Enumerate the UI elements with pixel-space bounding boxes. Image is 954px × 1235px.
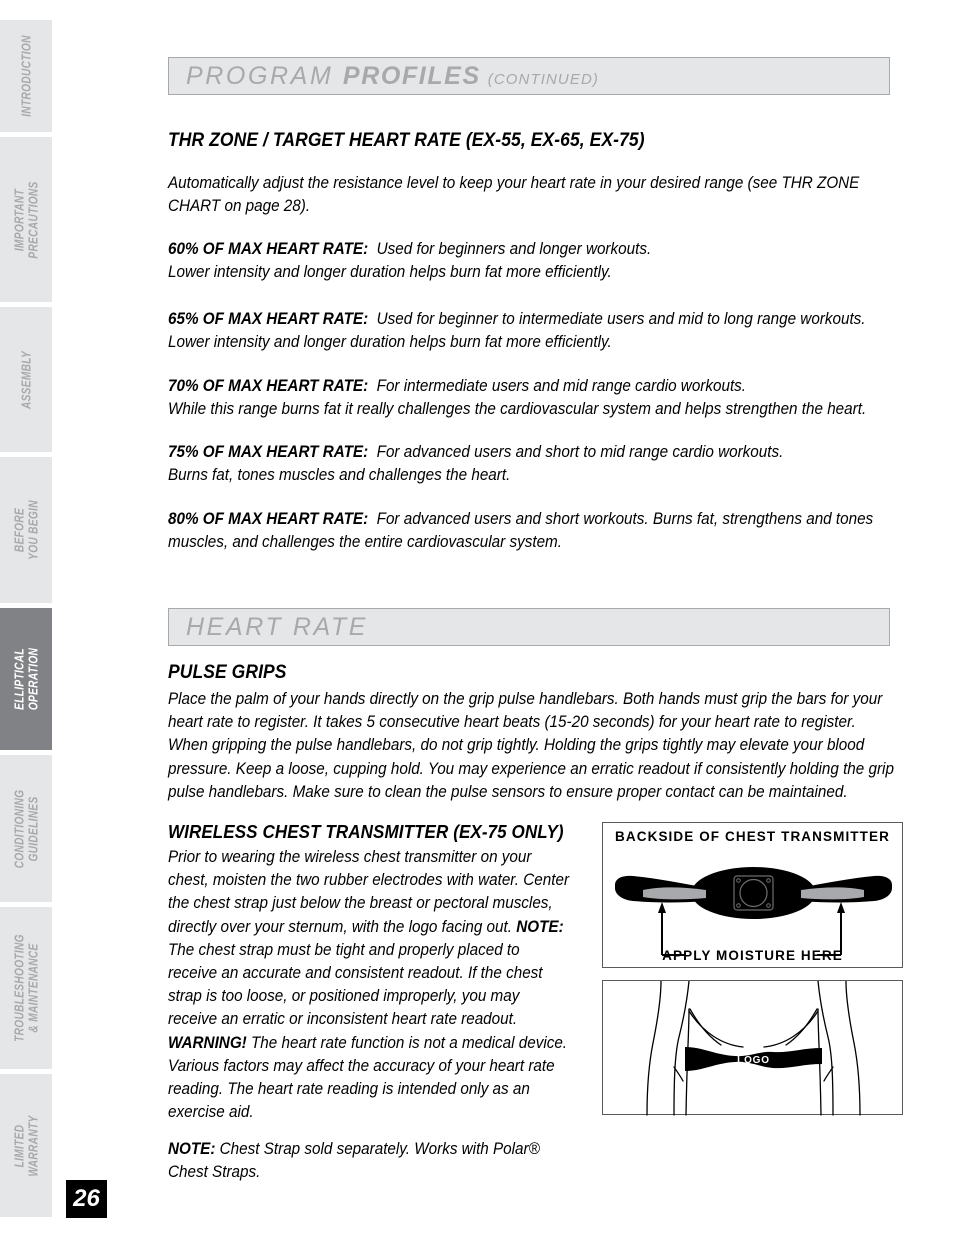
- heart-rate-section-bar: HEART RATE: [168, 608, 890, 646]
- zone-75-label: 75% OF MAX HEART RATE:: [168, 443, 369, 461]
- sidebar-item-label: ASSEMBLY: [18, 350, 34, 409]
- page-header-bar: PROGRAM PROFILES (CONTINUED): [168, 57, 890, 95]
- sidebar-item-before-you-begin[interactable]: BEFORE YOU BEGIN: [0, 457, 52, 603]
- zone-75-line2: Burns fat, tones muscles and challenges …: [168, 466, 511, 485]
- page-title-bold: PROFILES: [342, 61, 481, 90]
- zone-65-paragraph: 65% OF MAX HEART RATE: Used for beginner…: [168, 308, 898, 354]
- page-number-badge: 26: [66, 1180, 107, 1218]
- chest-strap-logo-label: LOGO: [737, 1055, 770, 1066]
- zone-65-line1: Used for beginner to intermediate users …: [376, 310, 866, 328]
- wireless-transmitter-body: Prior to wearing the wireless chest tran…: [168, 846, 570, 1124]
- sidebar-item-limited-warranty[interactable]: LIMITED WARRANTY: [0, 1074, 52, 1217]
- page-number-value: 26: [73, 1185, 100, 1212]
- wireless-transmitter-heading: WIRELESS CHEST TRANSMITTER (EX-75 ONLY): [168, 821, 564, 842]
- figure-torso-chest-strap: LOGO: [602, 980, 903, 1116]
- transmitter-warning-label: WARNING!: [168, 1033, 247, 1052]
- torso-diagram-svg: LOGO: [646, 981, 861, 1116]
- sidebar-navigation: INTRODUCTION IMPORTANT PRECAUTIONS ASSEM…: [0, 0, 52, 1235]
- transmitter-para-a: Prior to wearing the wireless chest tran…: [168, 848, 570, 936]
- heart-rate-section-title: HEART RATE: [186, 612, 369, 641]
- zone-60-label: 60% OF MAX HEART RATE:: [168, 240, 369, 258]
- zone-70-line2: While this range burns fat it really cha…: [168, 400, 867, 419]
- zone-70-paragraph: 70% OF MAX HEART RATE: For intermediate …: [168, 375, 898, 421]
- zone-75-line1: For advanced users and short to mid rang…: [376, 443, 784, 461]
- thr-zone-heading: THR ZONE / TARGET HEART RATE (EX-55, EX-…: [168, 130, 645, 151]
- zone-70-label: 70% OF MAX HEART RATE:: [168, 377, 369, 395]
- figure-chest-transmitter-backside: BACKSIDE OF CHEST TRANSMITTER APPLY MOIS…: [602, 822, 903, 968]
- chest-strap-note-label: NOTE:: [168, 1140, 216, 1158]
- zone-65-label: 65% OF MAX HEART RATE:: [168, 310, 369, 328]
- thr-zone-intro: Automatically adjust the resistance leve…: [168, 174, 860, 216]
- sidebar-item-elliptical-operation[interactable]: ELLIPTICAL OPERATION: [0, 608, 52, 750]
- zone-70-line1: For intermediate users and mid range car…: [376, 377, 747, 395]
- figure-caption-bottom: APPLY MOISTURE HERE: [662, 948, 843, 963]
- sidebar-item-label: CONDITIONING GUIDELINES: [11, 789, 41, 868]
- zone-75-paragraph: 75% OF MAX HEART RATE: For advanced user…: [168, 441, 898, 487]
- zone-80-paragraph: 80% OF MAX HEART RATE: For advanced user…: [168, 508, 898, 554]
- zone-65-line2: Lower intensity and longer duration help…: [168, 333, 612, 352]
- transmitter-note-label: NOTE:: [516, 917, 564, 936]
- sidebar-item-label: BEFORE YOU BEGIN: [11, 500, 41, 560]
- pulse-grips-heading: PULSE GRIPS: [168, 662, 287, 683]
- sidebar-item-label: ELLIPTICAL OPERATION: [11, 647, 41, 711]
- page-title: PROGRAM PROFILES (CONTINUED): [186, 62, 599, 91]
- zone-60-line1: Used for beginners and longer workouts.: [376, 240, 652, 258]
- chest-strap-note-text: Chest Strap sold separately. Works with …: [168, 1140, 540, 1182]
- sidebar-item-assembly[interactable]: ASSEMBLY: [0, 307, 52, 452]
- zone-80-label: 80% OF MAX HEART RATE:: [168, 510, 369, 528]
- sidebar-item-conditioning-guidelines[interactable]: CONDITIONING GUIDELINES: [0, 755, 52, 902]
- sidebar-item-label: IMPORTANT PRECAUTIONS: [11, 180, 41, 259]
- zone-60-line2: Lower intensity and longer duration help…: [168, 263, 612, 282]
- zone-80-line1: For advanced users and short workouts. B…: [376, 510, 874, 528]
- zone-60-paragraph: 60% OF MAX HEART RATE: Used for beginner…: [168, 238, 898, 284]
- sidebar-item-introduction[interactable]: INTRODUCTION: [0, 20, 52, 132]
- sidebar-item-label: LIMITED WARRANTY: [11, 1114, 41, 1177]
- pulse-grips-body: Place the palm of your hands directly on…: [168, 690, 894, 801]
- sidebar-item-troubleshooting-maintenance[interactable]: TROUBLESHOOTING & MAINTENANCE: [0, 907, 52, 1069]
- chest-strap-note: NOTE: Chest Strap sold separately. Works…: [168, 1138, 570, 1184]
- page-title-continued: (CONTINUED): [487, 70, 599, 88]
- sidebar-item-label: TROUBLESHOOTING & MAINTENANCE: [11, 934, 41, 1042]
- sidebar-item-important-precautions[interactable]: IMPORTANT PRECAUTIONS: [0, 137, 52, 302]
- page-title-light: PROGRAM: [186, 61, 334, 90]
- sidebar-item-label: INTRODUCTION: [18, 35, 34, 117]
- zone-80-line2: muscles, and challenges the entire cardi…: [168, 533, 562, 552]
- transmitter-para-b: The chest strap must be tight and proper…: [168, 940, 543, 1029]
